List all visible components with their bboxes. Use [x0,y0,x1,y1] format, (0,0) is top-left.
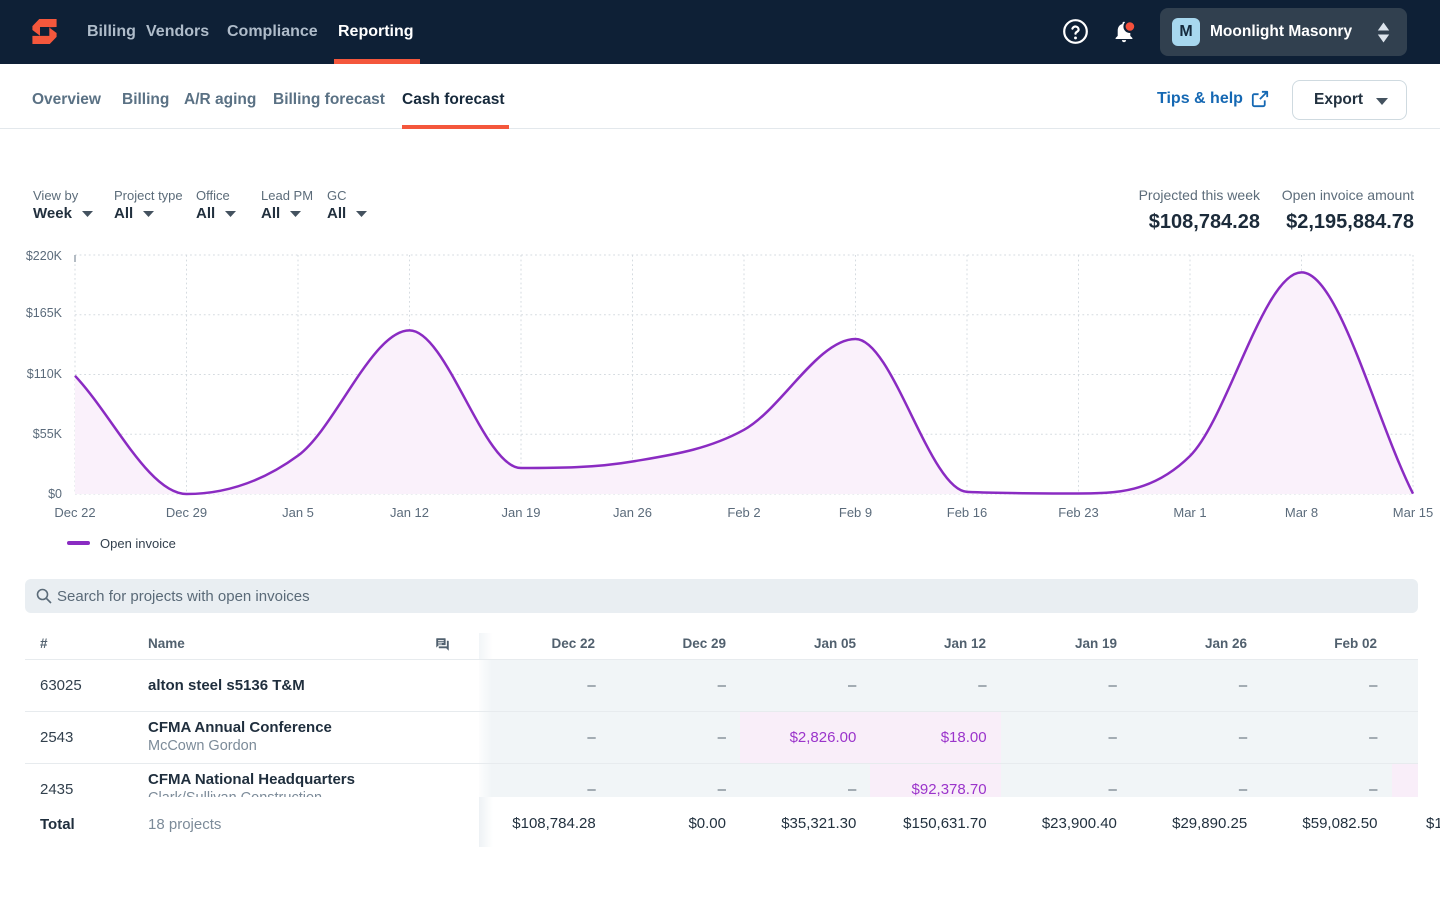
svg-text:$220K: $220K [26,249,63,263]
svg-text:Mar 8: Mar 8 [1285,505,1318,520]
svg-text:Mar 1: Mar 1 [1173,505,1206,520]
svg-text:Mar 15: Mar 15 [1393,505,1433,520]
svg-text:Jan 5: Jan 5 [282,505,314,520]
svg-text:$55K: $55K [33,427,63,441]
svg-text:Jan 26: Jan 26 [613,505,652,520]
svg-text:Feb 16: Feb 16 [947,505,987,520]
svg-text:Dec 29: Dec 29 [166,505,207,520]
svg-text:Feb 9: Feb 9 [839,505,872,520]
svg-text:Feb 2: Feb 2 [727,505,760,520]
svg-text:$110K: $110K [27,367,63,381]
svg-text:Feb 23: Feb 23 [1058,505,1098,520]
svg-text:Jan 12: Jan 12 [390,505,429,520]
svg-text:$0: $0 [48,487,62,501]
svg-text:Open invoice: Open invoice [100,536,176,551]
svg-text:Jan 19: Jan 19 [501,505,540,520]
svg-text:Dec 22: Dec 22 [54,505,95,520]
svg-text:$165K: $165K [26,306,63,320]
